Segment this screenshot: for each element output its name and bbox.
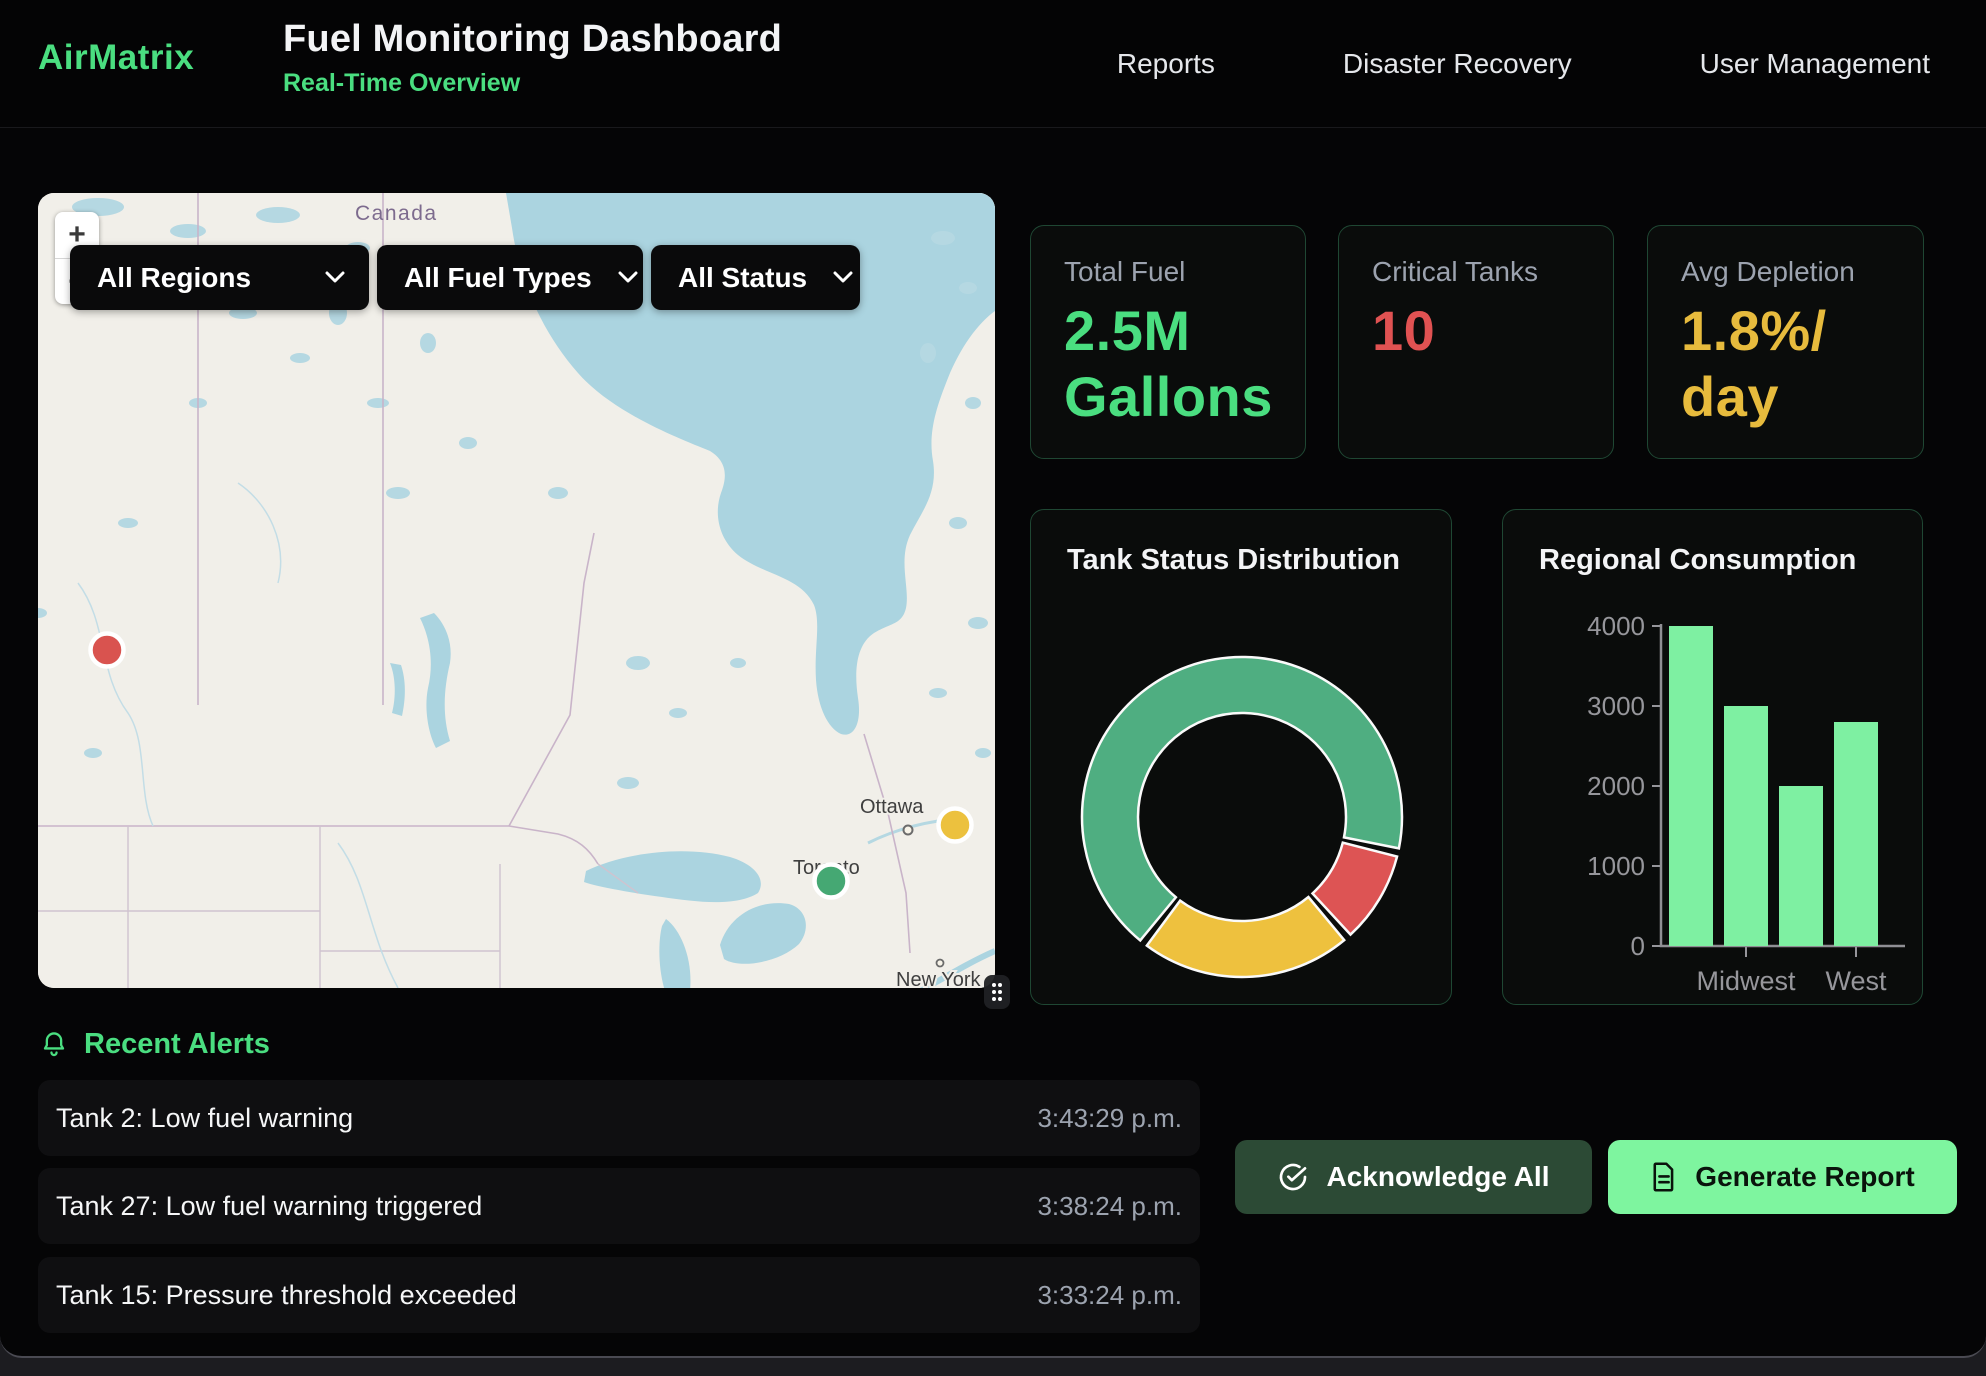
alert-timestamp: 3:43:29 p.m. [1037,1103,1182,1134]
tank-status-chart-card: Tank Status Distribution [1030,509,1452,1005]
chevron-down-icon [618,271,638,284]
app-logo: AirMatrix [38,38,194,78]
chevron-down-icon [325,271,345,284]
map-label-ottawa: Ottawa [860,796,924,818]
newyork-town-icon [937,960,944,967]
stat-card-critical-tanks: Critical Tanks 10 [1338,225,1614,459]
recent-alerts-heading: Recent Alerts [40,1028,270,1061]
x-tick-label: West [1825,966,1887,996]
y-tick-label: 2000 [1587,771,1645,801]
dashboard-page: AirMatrix Fuel Monitoring Dashboard Real… [0,0,1986,1358]
stat-value: 1.8%/day [1681,298,1903,430]
y-tick-label: 4000 [1587,611,1645,641]
map-panel[interactable]: Canada Ottawa Toronto New York + − All R… [38,193,995,988]
tank-marker-warning[interactable] [939,809,972,842]
map-svg: Canada Ottawa Toronto New York [38,193,995,988]
tank-marker-critical[interactable] [91,634,124,667]
bar-2 [1779,786,1823,946]
stat-card-avg-depletion: Avg Depletion 1.8%/day [1647,225,1924,459]
map-label-canada: Canada [355,202,438,225]
chart-title: Tank Status Distribution [1067,544,1400,577]
y-tick-label: 0 [1631,931,1645,961]
bar-3 [1834,722,1878,946]
page-subtitle: Real-Time Overview [283,69,782,98]
x-tick-label: Midwest [1696,966,1796,996]
stat-label: Avg Depletion [1681,256,1903,288]
stat-value: 2.5MGallons [1064,298,1285,430]
map-filters: All Regions All Fuel Types All Status [70,245,860,310]
page-title-block: Fuel Monitoring Dashboard Real-Time Over… [283,18,782,98]
alert-message: Tank 15: Pressure threshold exceeded [56,1280,517,1311]
alert-row: Tank 15: Pressure threshold exceeded 3:3… [38,1257,1200,1333]
main-nav: Reports Disaster Recovery User Managemen… [1117,0,1930,127]
stat-value: 10 [1372,298,1593,364]
recent-alerts-title: Recent Alerts [84,1028,270,1061]
alert-timestamp: 3:33:24 p.m. [1037,1280,1182,1311]
regional-consumption-bar-chart: 0 1000 2000 3000 4000 Midwest West [1503,510,1924,1006]
regional-consumption-chart-card: Regional Consumption 01000200030004000Mi… [1502,509,1923,1005]
fuel-type-filter-dropdown[interactable]: All Fuel Types [377,245,643,310]
generate-report-label: Generate Report [1695,1161,1914,1193]
nav-item-reports[interactable]: Reports [1117,48,1215,80]
status-filter-value: All Status [678,262,807,294]
acknowledge-all-button[interactable]: Acknowledge All [1235,1140,1592,1214]
generate-report-button[interactable]: Generate Report [1608,1140,1957,1214]
map-resize-handle[interactable] [984,975,1010,1009]
page-title: Fuel Monitoring Dashboard [283,18,782,61]
stat-label: Critical Tanks [1372,256,1593,288]
yellow-segment [1147,897,1344,977]
ottawa-town-icon [904,826,913,835]
alert-message: Tank 27: Low fuel warning triggered [56,1191,482,1222]
stat-card-total-fuel: Total Fuel 2.5MGallons [1030,225,1306,459]
app-header: AirMatrix Fuel Monitoring Dashboard Real… [0,0,1986,128]
bell-icon [40,1030,68,1060]
stat-label: Total Fuel [1064,256,1285,288]
alert-row: Tank 2: Low fuel warning 3:43:29 p.m. [38,1080,1200,1156]
tank-marker-normal[interactable] [815,865,848,898]
map-label-newyork: New York [896,969,981,988]
y-tick-label: 3000 [1587,691,1645,721]
y-tick-label: 1000 [1587,851,1645,881]
status-filter-dropdown[interactable]: All Status [651,245,860,310]
nav-item-user-management[interactable]: User Management [1700,48,1930,80]
bar-0 [1669,626,1713,946]
region-filter-value: All Regions [97,262,251,294]
alert-row: Tank 27: Low fuel warning triggered 3:38… [38,1168,1200,1244]
check-circle-icon [1277,1161,1309,1193]
nav-item-disaster-recovery[interactable]: Disaster Recovery [1343,48,1572,80]
bar-1 [1724,706,1768,946]
acknowledge-all-label: Acknowledge All [1326,1161,1549,1193]
region-filter-dropdown[interactable]: All Regions [70,245,369,310]
fuel-type-filter-value: All Fuel Types [404,262,592,294]
tank-status-donut-chart [1075,650,1409,984]
alert-message: Tank 2: Low fuel warning [56,1103,353,1134]
file-text-icon [1650,1162,1678,1192]
grip-dots-icon [990,981,1004,1003]
chevron-down-icon [833,271,853,284]
alert-timestamp: 3:38:24 p.m. [1037,1191,1182,1222]
